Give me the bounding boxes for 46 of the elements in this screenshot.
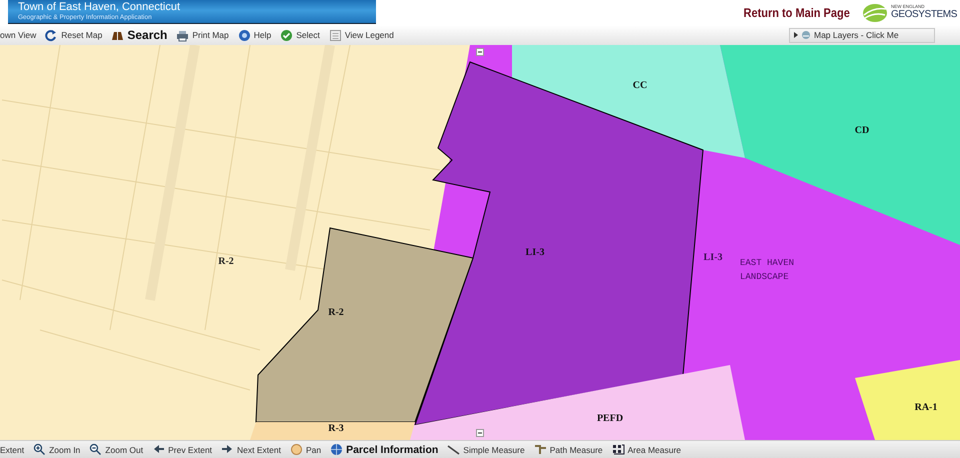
toolbar-button[interactable]: Search [111,28,168,42]
toolbar-button[interactable]: Pan [290,443,322,456]
toolbar-button[interactable]: Reset Map [45,28,102,42]
printer-icon [176,28,190,42]
map-annotation: LANDSCAPE [740,272,789,282]
zone-label: LI-3 [704,252,722,263]
check-circle-icon [280,28,294,42]
toolbar-button[interactable]: Zoom In [33,443,80,456]
toolbar-button[interactable]: Print Map [176,28,229,42]
reset-arrow-icon [45,28,58,42]
forward-arrow-icon [221,443,234,456]
zone-label: R-2 [328,307,344,318]
map-annotation: EAST HAVEN [740,258,794,268]
app-title: Town of East Haven, Connecticut [18,2,182,13]
toolbar-button[interactable]: Area Measure [612,443,682,456]
back-arrow-icon [152,443,166,456]
toolbar-button[interactable]: Zoom Out [89,443,144,456]
logo-name: GEOSYSTEMS [890,10,957,20]
collapse-icon[interactable] [476,48,484,56]
zone-label: R-3 [328,423,344,434]
map-layers-button[interactable]: Map Layers - Click Me [789,28,935,42]
zone-label: PEFD [596,413,624,424]
toolbar-button[interactable]: Extent [0,444,24,454]
path-measure-icon [534,443,547,456]
collapse-icon[interactable] [476,429,484,437]
area-measure-icon [612,443,625,456]
toolbar-button[interactable]: Simple Measure [447,443,525,456]
globe-icon [330,443,344,456]
toolbar-button[interactable]: Help [238,28,272,42]
toolbar-button[interactable]: Prev Extent [152,443,212,456]
toolbar-button[interactable]: Parcel Information [330,443,438,456]
toolbar-button[interactable]: Next Extent [221,443,281,456]
zone-label: CC [632,80,648,91]
toolbar-button[interactable]: own View [0,30,36,40]
zone-label: LI-3 [526,247,544,258]
zone-label: RA-1 [914,402,938,413]
zoom-in-icon [33,443,46,456]
toolbar-button[interactable]: Path Measure [534,443,603,456]
return-link[interactable]: Return to Main Page [744,6,850,20]
help-icon [238,28,251,42]
zone-label: R-2 [218,256,234,267]
zoom-out-icon [89,443,102,456]
toolbar-button[interactable]: View Legend [328,28,394,42]
toolbar-button[interactable]: Select [280,28,320,42]
legend-icon [328,28,342,42]
zone-label: CD [854,125,870,136]
